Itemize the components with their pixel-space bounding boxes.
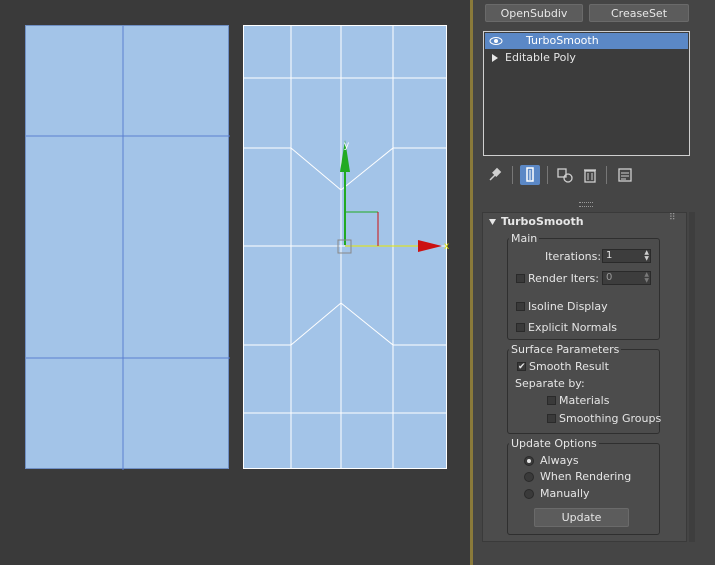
update-options-title: Update Options bbox=[509, 437, 599, 450]
remove-modifier-icon[interactable] bbox=[581, 166, 599, 184]
update-manually-label: Manually bbox=[540, 487, 590, 500]
render-iters-checkbox[interactable] bbox=[516, 274, 525, 283]
isoline-display-checkbox[interactable] bbox=[516, 302, 525, 311]
show-end-result-icon[interactable] bbox=[520, 165, 540, 185]
gizmo-x-label: x bbox=[444, 241, 449, 252]
explicit-normals-checkbox[interactable] bbox=[516, 323, 525, 332]
panel-resize-grip[interactable] bbox=[579, 202, 593, 207]
main-group-title: Main bbox=[509, 232, 540, 245]
configure-modifier-sets-icon[interactable] bbox=[616, 166, 634, 184]
update-manually-radio[interactable] bbox=[524, 489, 534, 499]
update-button[interactable]: Update bbox=[534, 508, 629, 527]
update-when-rendering-label: When Rendering bbox=[540, 470, 632, 483]
smoothing-groups-checkbox[interactable] bbox=[547, 414, 556, 423]
modifier-stack-list[interactable]: TurboSmooth Editable Poly bbox=[483, 31, 690, 156]
stack-item-label: Editable Poly bbox=[505, 51, 576, 64]
gizmo-y-label: y bbox=[344, 140, 349, 151]
toolbar-separator bbox=[512, 166, 513, 184]
transform-gizmo[interactable]: y x bbox=[0, 0, 470, 565]
eye-icon[interactable] bbox=[489, 36, 503, 46]
iterations-value: 1 bbox=[606, 250, 613, 261]
render-iters-spinner[interactable]: 0 ▲ ▼ bbox=[602, 271, 651, 285]
materials-label: Materials bbox=[559, 394, 610, 407]
iterations-spinner[interactable]: 1 ▲ ▼ bbox=[602, 249, 651, 263]
gizmo-y-axis[interactable]: y bbox=[340, 140, 350, 245]
iterations-label: Iterations: bbox=[545, 250, 602, 263]
gizmo-plane-handle[interactable] bbox=[345, 211, 379, 246]
collapse-triangle-icon[interactable] bbox=[489, 219, 496, 225]
materials-checkbox[interactable] bbox=[547, 396, 556, 405]
spinner-arrows-icon[interactable]: ▲ ▼ bbox=[644, 250, 649, 262]
rollout-grip-icon: ⠿ bbox=[669, 213, 676, 223]
separate-by-label: Separate by: bbox=[515, 377, 585, 390]
rollout-title[interactable]: TurboSmooth bbox=[501, 215, 584, 228]
update-always-radio[interactable] bbox=[524, 456, 534, 466]
smooth-result-label: Smooth Result bbox=[529, 360, 609, 373]
opensubdiv-button[interactable]: OpenSubdiv bbox=[485, 4, 583, 22]
turbosmooth-rollout: TurboSmooth ⠿ Main Iterations: 1 ▲ ▼ Rend… bbox=[482, 212, 687, 542]
spinner-arrows-icon[interactable]: ▲ ▼ bbox=[644, 272, 649, 284]
update-always-label: Always bbox=[540, 454, 579, 467]
smooth-result-checkbox[interactable]: ✔ bbox=[517, 362, 526, 372]
toolbar-separator bbox=[606, 166, 607, 184]
pin-stack-icon[interactable] bbox=[486, 166, 504, 184]
expand-triangle-icon[interactable] bbox=[492, 54, 499, 62]
stack-item-turbosmooth[interactable]: TurboSmooth bbox=[485, 33, 688, 49]
render-iters-label: Render Iters: bbox=[528, 272, 599, 285]
stack-item-editable-poly[interactable]: Editable Poly bbox=[485, 50, 688, 66]
surface-parameters-title: Surface Parameters bbox=[509, 343, 622, 356]
update-when-rendering-radio[interactable] bbox=[524, 472, 534, 482]
explicit-normals-label: Explicit Normals bbox=[528, 321, 617, 334]
command-panel-scrollbar[interactable] bbox=[689, 212, 695, 542]
toolbar-separator bbox=[547, 166, 548, 184]
stack-item-label: TurboSmooth bbox=[526, 34, 599, 47]
render-iters-value: 0 bbox=[606, 272, 613, 283]
creaseset-button[interactable]: CreaseSet bbox=[589, 4, 689, 22]
isoline-display-label: Isoline Display bbox=[528, 300, 608, 313]
smoothing-groups-label: Smoothing Groups bbox=[559, 412, 662, 425]
show-end-result-glyph-icon bbox=[526, 167, 534, 182]
gizmo-x-axis[interactable]: x bbox=[345, 240, 449, 252]
make-unique-icon[interactable] bbox=[556, 166, 574, 184]
